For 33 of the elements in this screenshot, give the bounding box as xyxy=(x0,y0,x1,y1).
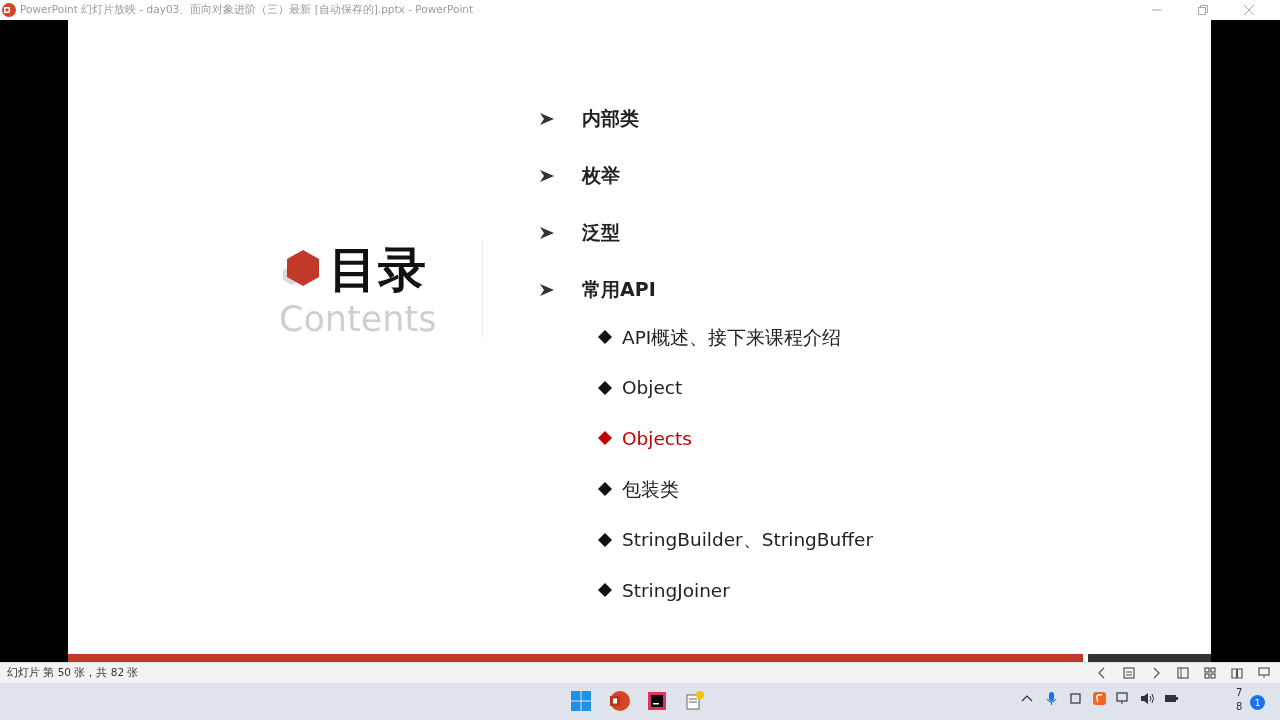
arrowhead-bullet-icon xyxy=(540,111,554,126)
clock-date: 8 xyxy=(1236,700,1243,714)
arrowhead-bullet-icon xyxy=(540,225,554,240)
notification-badge[interactable]: 1 xyxy=(1250,695,1265,710)
input-method-icon[interactable] xyxy=(1068,691,1083,706)
topic-item: 枚举 xyxy=(582,162,620,188)
topic-item: 内部类 xyxy=(582,105,639,131)
subtopic-item: StringBuilder、StringBuffer xyxy=(622,528,873,553)
network-icon[interactable] xyxy=(1116,691,1131,706)
reading-view-icon[interactable] xyxy=(1231,667,1243,679)
powerpoint-app-icon[interactable] xyxy=(608,690,630,712)
speaker-icon[interactable] xyxy=(1140,691,1155,706)
code-editor-app-icon[interactable] xyxy=(646,690,668,712)
windows-start-icon[interactable] xyxy=(570,690,592,712)
notes-icon[interactable] xyxy=(1123,667,1135,679)
notepad-app-icon[interactable] xyxy=(684,690,706,712)
subtopic-item: Objects xyxy=(622,428,692,449)
topic-item: 常用API xyxy=(582,276,656,302)
slide-title: 目录 xyxy=(329,243,427,295)
arrowhead-bullet-icon xyxy=(540,168,554,183)
slide-counter: 幻灯片 第 50 张，共 82 张 xyxy=(7,666,139,680)
normal-view-icon[interactable] xyxy=(1177,667,1189,679)
subtopic-item: Object xyxy=(622,377,683,399)
slide-sorter-icon[interactable] xyxy=(1204,667,1216,679)
topic-item: 泛型 xyxy=(582,219,620,245)
clock-time: 7 xyxy=(1236,686,1243,700)
subtopic-item: API概述、接下来课程介绍 xyxy=(622,325,842,350)
microphone-icon[interactable] xyxy=(1044,691,1059,706)
sogou-icon[interactable] xyxy=(1092,691,1107,706)
arrowhead-bullet-icon xyxy=(540,282,554,297)
subtopic-item: StringJoiner xyxy=(622,579,730,601)
slideshow-icon[interactable] xyxy=(1258,667,1270,679)
subtopic-item: 包装类 xyxy=(622,477,679,502)
